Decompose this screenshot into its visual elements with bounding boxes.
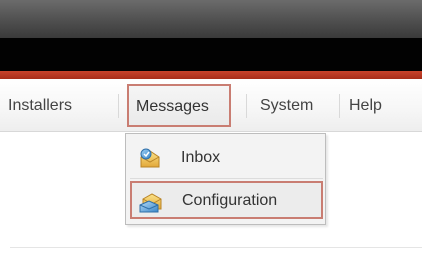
menu-separator [246, 94, 247, 118]
header-accent-stripe [0, 71, 422, 79]
menu-item-installers[interactable]: Installers [8, 87, 72, 125]
dropdown-item-label: Configuration [182, 192, 278, 209]
menu-item-help[interactable]: Help [349, 87, 382, 125]
configuration-icon [139, 193, 162, 213]
menu-item-system[interactable]: System [260, 87, 313, 125]
menu-separator [339, 94, 340, 118]
header-black-band [0, 38, 422, 71]
messages-dropdown-menu: Inbox Configuration [125, 133, 326, 225]
dropdown-item-configuration[interactable]: Configuration [130, 181, 323, 219]
page: Installers Messages System Help Inbox Co… [0, 0, 422, 255]
content-divider [10, 247, 422, 248]
dropdown-item-inbox[interactable]: Inbox [130, 139, 323, 177]
dropdown-divider [130, 178, 323, 179]
dropdown-item-label: Inbox [181, 149, 221, 166]
menu-separator [118, 94, 119, 118]
inbox-icon [140, 148, 160, 168]
header-top-bar [0, 0, 422, 38]
menu-item-messages[interactable]: Messages [127, 84, 231, 127]
